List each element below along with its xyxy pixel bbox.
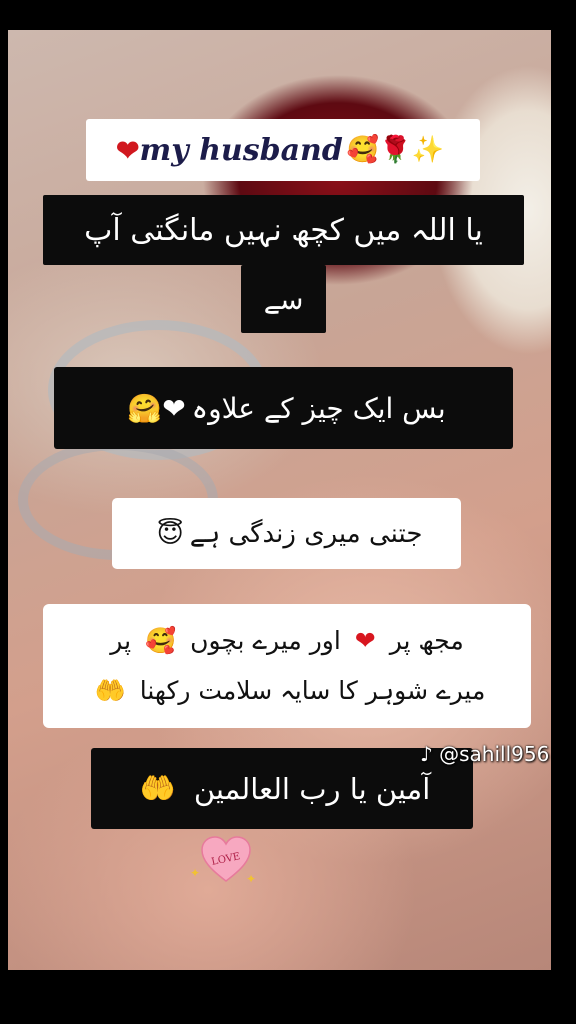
creator-watermark: ♪ @sahill956 — [420, 742, 549, 766]
heart-icon: ❤ — [116, 133, 140, 167]
title-banner: ❤ my husband 🥰🌹✨ — [86, 119, 480, 181]
caption-line-3-text: جتنی میری زندگی ہے — [189, 518, 423, 549]
sparkle-icon: ✦ — [246, 872, 257, 886]
caption-line-2-text: بس ایک چیز کے علاوہ — [191, 391, 446, 425]
love-heart-sticker: LOVE — [200, 836, 252, 884]
caption-line-5: آمین یا رب العالمین 🤲 — [91, 748, 473, 829]
caption-line-1-continued: سے — [241, 265, 326, 333]
title-text: my husband — [139, 132, 343, 168]
caption-line-3: جتنی میری زندگی ہے 😇 — [112, 498, 461, 569]
title-emoji-icons: 🥰🌹✨ — [346, 135, 444, 165]
caption-line-1b-text: سے — [263, 282, 304, 316]
love-heart-icon: LOVE — [201, 836, 251, 882]
caption-line-4a: مجھ پر ❤ اور میرے بچوں 🥰 پر — [110, 616, 463, 666]
caption-line-4a-part3: پر — [110, 626, 132, 655]
heart-icon: ❤ — [354, 626, 376, 655]
caption-line-4a-part2: اور میرے بچوں — [190, 626, 341, 655]
watermark-handle: @sahill956 — [439, 742, 550, 766]
caption-line-4b-text: میرے شوہر کا سایہ سلامت رکھنا — [139, 676, 486, 705]
caption-line-5-text: آمین یا رب العالمین — [193, 771, 431, 806]
caption-line-1-text: یا اللہ میں کچھ نہیں مانگتی آپ — [84, 212, 483, 248]
praying-hands-emoji-icon: 🤲 — [139, 771, 176, 805]
praying-hands-emoji-icon: 🤲 — [94, 676, 126, 705]
tiktok-icon: ♪ — [420, 742, 433, 766]
caption-line-4: مجھ پر ❤ اور میرے بچوں 🥰 پر میرے شوہر کا… — [43, 604, 531, 728]
caption-line-1: یا اللہ میں کچھ نہیں مانگتی آپ — [43, 195, 524, 265]
sparkle-icon: ✦ — [190, 866, 201, 880]
caption-line-4b: میرے شوہر کا سایہ سلامت رکھنا 🤲 — [89, 666, 486, 716]
smiling-hearts-emoji-icon: 🥰 — [145, 626, 177, 655]
caption-line-2: بس ایک چیز کے علاوہ 🤗❤ — [54, 367, 513, 449]
caption-line-4a-part1: مجھ پر — [389, 626, 464, 655]
hug-heart-emoji-icon: 🤗❤ — [127, 391, 186, 425]
halo-smile-emoji-icon: 😇 — [156, 518, 184, 549]
